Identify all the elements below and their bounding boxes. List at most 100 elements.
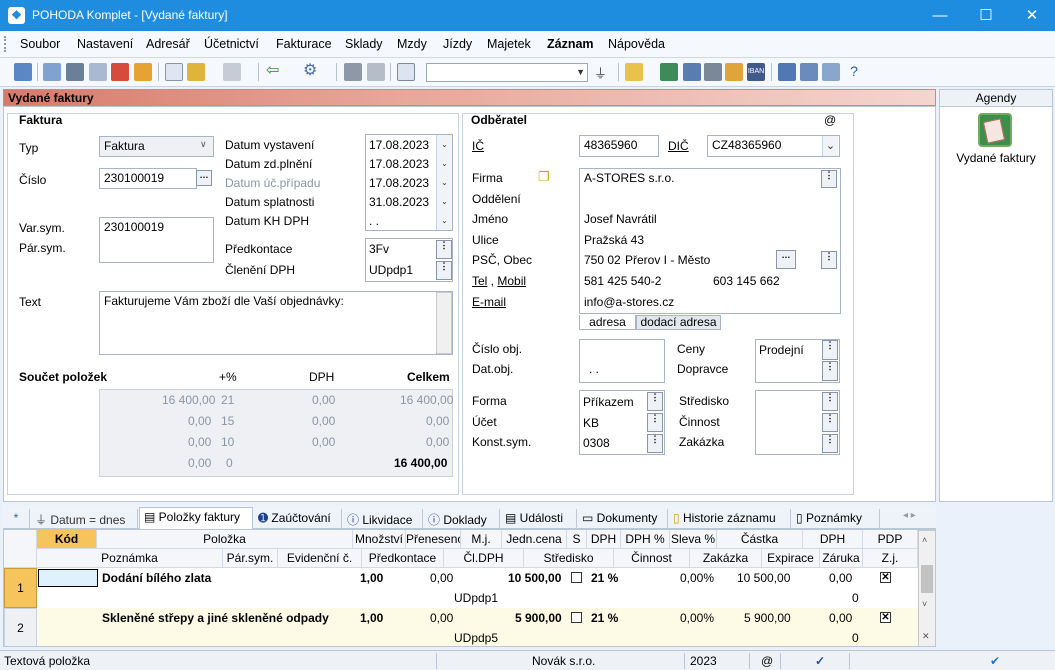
menu-soubor[interactable]: Soubor: [20, 37, 60, 51]
stredisko-more-button[interactable]: ⋮: [822, 392, 838, 411]
forma-value[interactable]: Příkazem: [583, 395, 634, 409]
col-pdp[interactable]: PDP: [863, 530, 918, 549]
tel-label[interactable]: Tel: [472, 274, 487, 288]
ulice-value[interactable]: Pražská 43: [584, 233, 644, 247]
tel-value[interactable]: 581 425 540-2: [584, 274, 661, 288]
dopravce-more-button[interactable]: ⋮: [822, 361, 838, 381]
tab-zauctovani[interactable]: ➊ Zaúčtování: [254, 509, 342, 529]
dic-label[interactable]: DIČ: [668, 139, 689, 153]
tab-polozky-faktury[interactable]: ▤ Položky faktury: [139, 507, 253, 530]
email-label[interactable]: E-mail: [472, 295, 506, 309]
tab-star[interactable]: *: [3, 509, 30, 529]
iban-icon[interactable]: IBAN: [747, 63, 765, 81]
print-icon[interactable]: [66, 63, 84, 81]
col-mj[interactable]: M.j.: [461, 530, 502, 549]
tab-datum-dnes[interactable]: ⏚ Datum = dnes: [31, 509, 138, 529]
menu-adresar[interactable]: Adresář: [146, 37, 190, 51]
back-arrow-icon[interactable]: ⇦: [266, 63, 284, 81]
row-number[interactable]: 2: [4, 608, 37, 646]
window-icon[interactable]: [778, 63, 796, 81]
col-expirace[interactable]: Expirace: [762, 549, 820, 568]
ceny-more-button[interactable]: ⋮: [822, 340, 838, 360]
settings-icon[interactable]: ⚙: [303, 63, 321, 81]
varsym-field[interactable]: 230100019: [99, 217, 214, 263]
cislo-more-button[interactable]: …: [196, 170, 212, 186]
col-parsym[interactable]: Pár.sym.: [223, 549, 278, 568]
coins-icon[interactable]: [725, 63, 743, 81]
col-s[interactable]: S: [567, 530, 587, 549]
invoice-agenda-icon[interactable]: [978, 113, 1012, 147]
dic-field[interactable]: CZ48365960: [707, 135, 840, 157]
col-kod[interactable]: Kód: [37, 530, 97, 549]
chevron-up-icon[interactable]: ˄: [922, 535, 927, 545]
menu-fakturace[interactable]: Fakturace: [276, 37, 332, 51]
firma-value[interactable]: A-STORES s.r.o.: [584, 171, 674, 185]
col-dph[interactable]: DPH: [587, 530, 621, 549]
image-icon[interactable]: [822, 63, 840, 81]
datum-ucpripadu-field[interactable]: 17.08.2023: [369, 176, 429, 190]
tab-dokumenty[interactable]: ▭ Dokumenty: [578, 509, 668, 529]
datum-zdplneni-field[interactable]: 17.08.2023: [369, 157, 429, 171]
agenda-icon[interactable]: [14, 63, 32, 81]
datum-vystaveni-field[interactable]: 17.08.2023: [369, 138, 429, 152]
list-icon[interactable]: [800, 63, 818, 81]
resize-icon[interactable]: ✕: [922, 631, 930, 642]
minimize-button[interactable]: —: [917, 0, 963, 31]
col-poznamka[interactable]: Poznámka: [37, 549, 223, 568]
col-dph-pct[interactable]: DPH %: [621, 530, 670, 549]
menu-jizdy[interactable]: Jízdy: [443, 37, 472, 51]
col-zaruka[interactable]: Záruka: [820, 549, 863, 568]
chevron-down-icon[interactable]: ⌄: [822, 136, 838, 156]
delete-icon[interactable]: [367, 63, 385, 81]
ceny-value[interactable]: Prodejní: [759, 343, 804, 357]
col-sleva[interactable]: Sleva %: [670, 530, 717, 549]
cleneni-more-button[interactable]: ⋮: [436, 261, 452, 280]
col-castka[interactable]: Částka: [717, 530, 803, 549]
lookup-icon[interactable]: ❐: [538, 169, 550, 185]
col-stredisko[interactable]: Středisko: [524, 549, 614, 568]
typ-select[interactable]: Faktura: [99, 136, 214, 157]
tab-udalosti[interactable]: ▤ Události: [501, 509, 577, 529]
col-zj[interactable]: Z.j.: [863, 549, 918, 568]
zakazka-more-button[interactable]: ⋮: [822, 434, 838, 453]
menu-sklady[interactable]: Sklady: [345, 37, 383, 51]
save-icon[interactable]: [344, 63, 362, 81]
item-s-checkbox[interactable]: [571, 572, 582, 583]
col-jedncena[interactable]: Jedn.cena: [502, 530, 567, 549]
folder-icon[interactable]: [625, 63, 643, 81]
col-evidencni[interactable]: Evidenční č.: [278, 549, 362, 568]
tab-likvidace[interactable]: ⓘ Likvidace: [343, 509, 423, 529]
copy-icon[interactable]: [43, 63, 61, 81]
ucet-value[interactable]: KB: [583, 416, 599, 430]
col-preneseno[interactable]: Přeneseno: [406, 530, 461, 549]
calculator-icon[interactable]: [704, 63, 722, 81]
psc-more-button[interactable]: ⋮: [821, 251, 837, 269]
tab-poznamky[interactable]: ▯ Poznámky: [792, 509, 880, 529]
datum-khdph-field[interactable]: . .: [369, 214, 379, 228]
ucet-more-button[interactable]: ⋮: [647, 413, 663, 432]
konst-more-button[interactable]: ⋮: [647, 434, 663, 453]
email-value[interactable]: info@a-stores.cz: [584, 295, 674, 309]
item-pdp-checkbox[interactable]: ✕: [880, 572, 891, 583]
predkontace-more-button[interactable]: ⋮: [436, 240, 452, 259]
menu-mzdy[interactable]: Mzdy: [397, 37, 427, 51]
broom-icon[interactable]: [187, 63, 205, 81]
chevron-down-icon[interactable]: ˅: [922, 599, 927, 609]
tab-doklady[interactable]: ⓘ Doklady: [424, 509, 500, 529]
col-cinnost[interactable]: Činnost: [614, 549, 690, 568]
tab-historie[interactable]: ▯ Historie záznamu: [669, 509, 791, 529]
col-mnozstvi[interactable]: Množství: [353, 530, 406, 549]
menu-zaznam[interactable]: Záznam: [547, 37, 594, 51]
datobj-value[interactable]: . .: [589, 362, 599, 376]
text-area[interactable]: Fakturujeme Vám zboží dle Vaší objednávk…: [99, 291, 453, 355]
col-zakazka[interactable]: Zakázka: [690, 549, 762, 568]
psc-value[interactable]: 750 02: [584, 253, 621, 267]
preview-icon[interactable]: [89, 63, 107, 81]
tab-adresa[interactable]: adresa: [579, 315, 636, 330]
item-s-checkbox[interactable]: [571, 612, 582, 623]
text-scrollbar[interactable]: [436, 292, 452, 354]
ic-field[interactable]: 48365960: [579, 135, 659, 157]
obec-value[interactable]: Přerov I - Město: [625, 253, 710, 267]
mobil-value[interactable]: 603 145 662: [713, 274, 780, 288]
bank-icon[interactable]: [683, 63, 701, 81]
